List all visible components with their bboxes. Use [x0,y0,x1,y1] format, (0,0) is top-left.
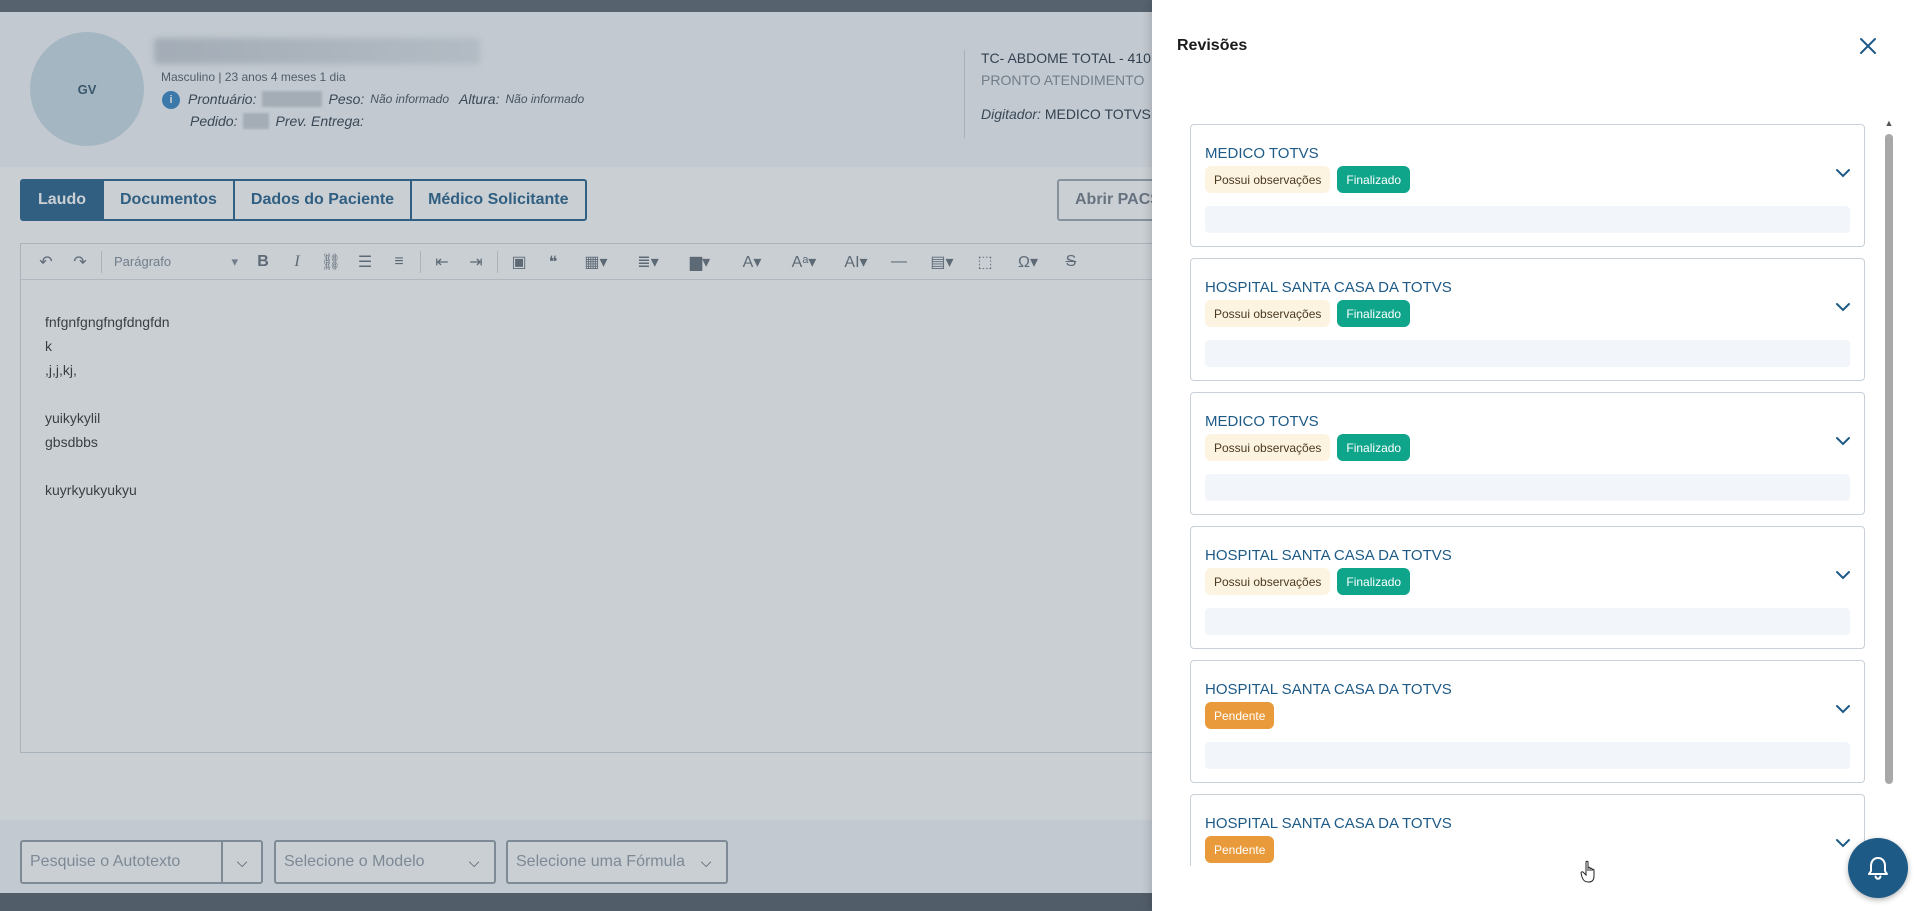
bell-icon [1868,857,1888,880]
revision-content-preview [1205,742,1850,769]
chevron-down-icon[interactable] [1831,295,1855,319]
status-badge: Possui observações [1205,568,1331,595]
chevron-down-icon[interactable] [1831,563,1855,587]
revision-card[interactable]: MEDICO TOTVS Possui observações Finaliza… [1190,124,1865,247]
status-badge: Finalizado [1337,166,1411,193]
chevron-down-icon[interactable] [1831,697,1855,721]
scroll-up-arrow-icon[interactable]: ▲ [1884,118,1894,128]
status-badge: Pendente [1205,702,1275,729]
revision-author: HOSPITAL SANTA CASA DA TOTVS [1205,815,1452,832]
revision-badges: Pendente [1205,836,1275,863]
revision-badges: Possui observações Finalizado [1205,568,1411,595]
revision-card[interactable]: HOSPITAL SANTA CASA DA TOTVS Possui obse… [1190,526,1865,649]
revision-author: HOSPITAL SANTA CASA DA TOTVS [1205,681,1452,698]
revision-author: MEDICO TOTVS [1205,413,1319,430]
revision-author: MEDICO TOTVS [1205,145,1319,162]
status-badge: Pendente [1205,836,1275,863]
status-badge: Finalizado [1337,568,1411,595]
revision-content-preview [1205,608,1850,635]
revision-badges: Pendente [1205,702,1275,729]
revision-card[interactable]: MEDICO TOTVS Possui observações Finaliza… [1190,392,1865,515]
revisions-list: MEDICO TOTVS Possui observações Finaliza… [1190,124,1870,866]
close-icon[interactable] [1854,32,1882,60]
status-badge: Finalizado [1337,434,1411,461]
revision-content-preview [1205,206,1850,233]
scrollbar-thumb[interactable] [1885,134,1893,784]
chevron-down-icon[interactable] [1831,161,1855,185]
status-badge: Possui observações [1205,166,1331,193]
status-badge: Finalizado [1337,300,1411,327]
revision-badges: Possui observações Finalizado [1205,166,1411,193]
hand-cursor-icon [1580,860,1595,883]
revision-content-preview [1205,474,1850,501]
revisions-drawer: Revisões MEDICO TOTVS Possui observações… [1152,0,1920,911]
revision-card[interactable]: HOSPITAL SANTA CASA DA TOTVS Possui obse… [1190,258,1865,381]
notifications-button[interactable] [1848,838,1908,898]
drawer-title: Revisões [1177,37,1248,54]
revision-card[interactable]: HOSPITAL SANTA CASA DA TOTVS Pendente [1190,794,1865,866]
status-badge: Possui observações [1205,434,1331,461]
revision-card[interactable]: HOSPITAL SANTA CASA DA TOTVS Pendente [1190,660,1865,783]
revision-content-preview [1205,340,1850,367]
status-badge: Possui observações [1205,300,1331,327]
chevron-down-icon[interactable] [1831,429,1855,453]
revision-badges: Possui observações Finalizado [1205,300,1411,327]
revision-author: HOSPITAL SANTA CASA DA TOTVS [1205,279,1452,296]
revision-author: HOSPITAL SANTA CASA DA TOTVS [1205,547,1452,564]
revision-badges: Possui observações Finalizado [1205,434,1411,461]
